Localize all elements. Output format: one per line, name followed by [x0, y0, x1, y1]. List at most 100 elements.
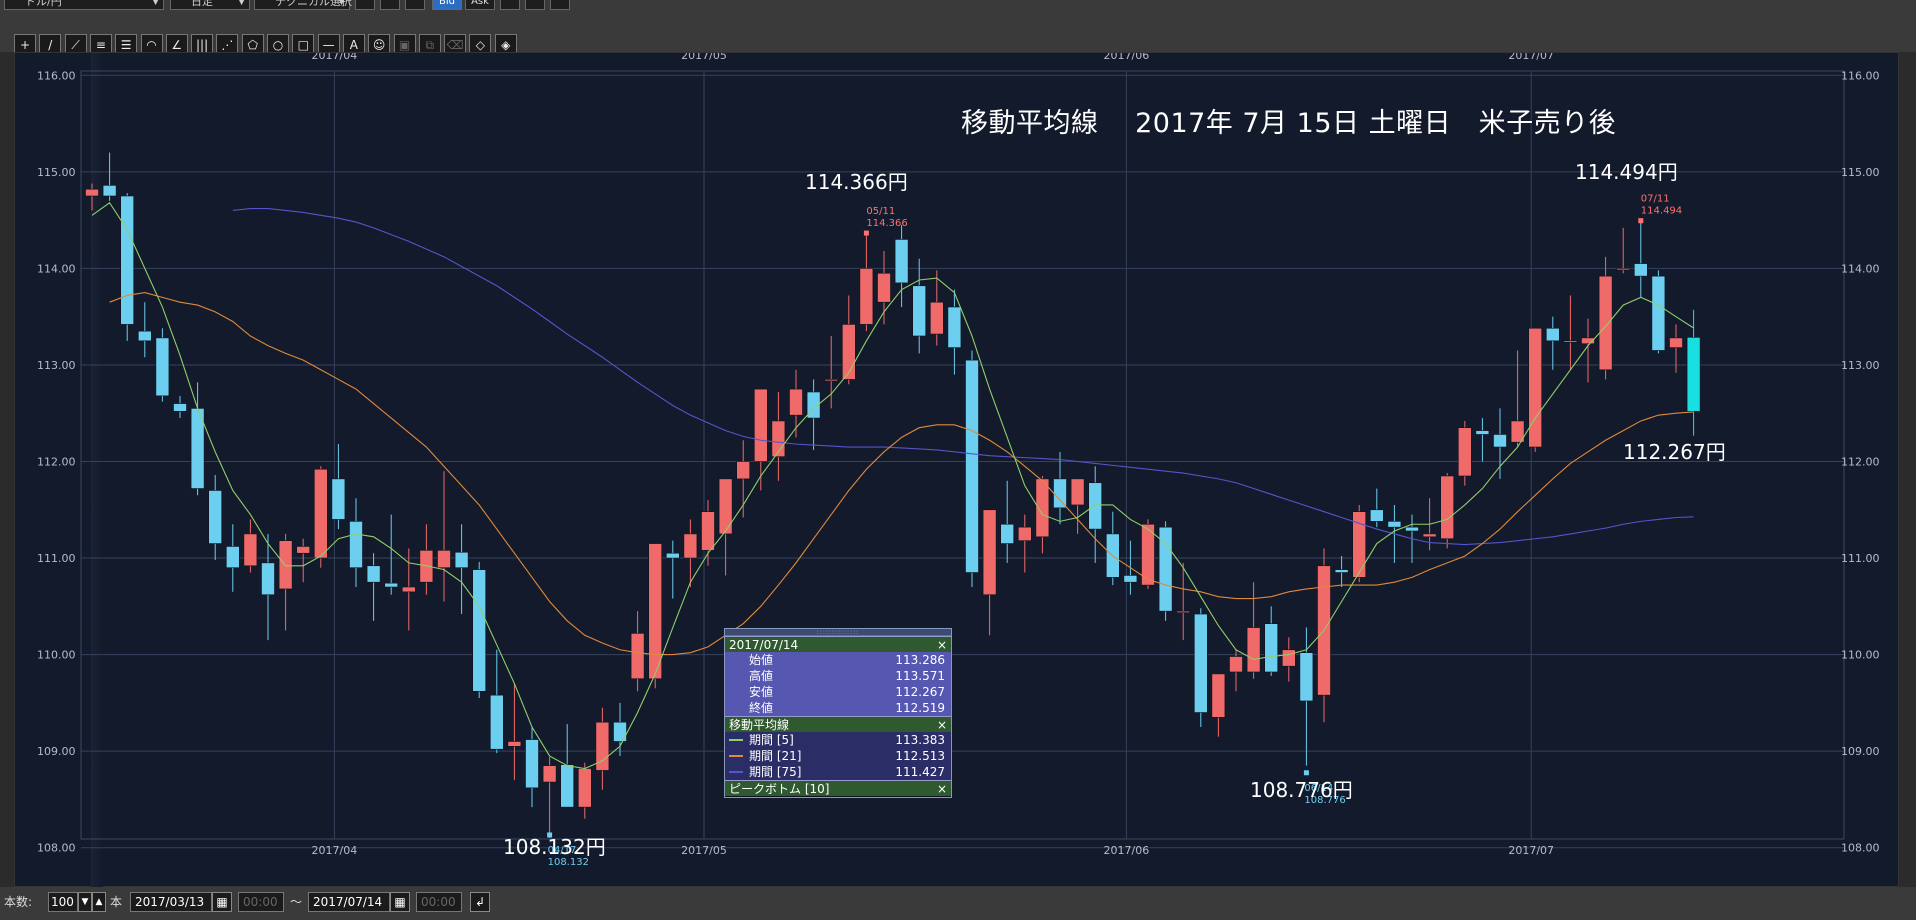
- zoom-in-icon[interactable]: [525, 0, 545, 10]
- y-tick-label-left: 109.00: [37, 745, 76, 758]
- close-icon[interactable]: ×: [937, 781, 947, 797]
- to-time-input[interactable]: 00:00: [416, 892, 462, 912]
- candle-body: [929, 301, 944, 335]
- timeframe-select[interactable]: 日足 ▼: [170, 0, 250, 10]
- y-tick-label-right: 109.00: [1841, 745, 1880, 758]
- candle-body: [982, 509, 997, 596]
- count-up-icon[interactable]: ▲: [92, 892, 106, 912]
- candle-body: [85, 188, 99, 197]
- from-date-input[interactable]: 2017/03/13: [130, 892, 212, 912]
- ma-value: 113.383: [895, 733, 945, 747]
- candle-body: [1299, 652, 1314, 702]
- close-icon[interactable]: ×: [937, 637, 947, 653]
- x-tick-label-top: 2017/07: [1508, 53, 1554, 62]
- y-tick-label-right: 112.00: [1841, 456, 1880, 469]
- ma75-line: [232, 207, 1694, 546]
- symbol-select[interactable]: ドル/円 ▼: [4, 0, 164, 10]
- ohlc-label: 安値: [749, 685, 774, 699]
- annotation-low-jun: 108.776円: [1250, 778, 1353, 802]
- candle-icon[interactable]: [500, 0, 520, 10]
- candle-body: [472, 569, 487, 692]
- candle-body: [1000, 523, 1015, 544]
- candle-body: [912, 285, 927, 337]
- candle-body: [1651, 275, 1666, 351]
- data-window[interactable]: :::::::::::::: 2017/07/14 × 始値 113.286 高値 1…: [724, 628, 952, 798]
- candle-body: [736, 461, 751, 480]
- candle-body: [1598, 275, 1613, 371]
- chevron-down-icon: ▼: [152, 0, 159, 7]
- y-tick-label-right: 116.00: [1841, 69, 1880, 82]
- timeframe-label: 日足: [191, 0, 213, 8]
- chart-panel[interactable]: 116.00 116.00 115.00 115.00 114.00 114.00 113.…: [14, 52, 1899, 888]
- candle-body: [789, 388, 803, 416]
- candle-body: [102, 185, 117, 197]
- calendar-icon[interactable]: ▦: [390, 892, 410, 912]
- ask-button[interactable]: Ask: [465, 0, 495, 10]
- ma-rows: 期間 [5] 113.383 期間 [21] 112.513 期間 [75] 111.42…: [725, 732, 951, 780]
- candle-body: [1458, 427, 1472, 477]
- to-date-input[interactable]: 2017/07/14: [308, 892, 390, 912]
- y-tick-label-left: 108.00: [37, 842, 76, 855]
- x-tick-label-bottom: 2017/06: [1104, 844, 1150, 857]
- close-icon[interactable]: ×: [937, 717, 947, 733]
- candle-body: [1528, 327, 1542, 448]
- candle-body: [753, 388, 768, 462]
- info-icon[interactable]: [380, 0, 400, 10]
- annotation-low-apr: 108.132円: [503, 835, 606, 859]
- drawing-toolbar: + / ⟋ ≡ ☰ ◠ ∠ ||| ⋰ ⬠ ○ □ — A ☺ ▣ ⧉ ⌫ ◇ ◈: [0, 12, 1916, 56]
- annotation-peak-jul: 114.494円: [1575, 160, 1678, 184]
- y-tick-label-left: 115.00: [37, 166, 76, 179]
- candle-body: [1282, 649, 1296, 667]
- candle-body: [507, 741, 522, 747]
- candle-body: [1493, 434, 1507, 448]
- candle-body: [1669, 337, 1683, 348]
- candle-body: [155, 337, 170, 397]
- drag-handle[interactable]: ::::::::::::::: [725, 629, 951, 636]
- info-date-header: 2017/07/14 ×: [725, 636, 951, 652]
- candle-body: [1616, 268, 1630, 271]
- candle-body: [1475, 430, 1490, 435]
- candle-body: [331, 478, 346, 520]
- candle-body: [1370, 509, 1384, 522]
- peak-bottom-header: ピークボトム [10] ×: [725, 780, 951, 796]
- top-toolbar: ドル/円 ▼ 日足 ▼ テクニカル選択 ▼ Bid Ask: [0, 0, 1916, 12]
- peak-value-label: 114.366: [866, 218, 907, 229]
- candle-body: [841, 324, 856, 380]
- bid-button[interactable]: Bid: [432, 0, 462, 10]
- candle-body: [1686, 337, 1701, 412]
- count-input[interactable]: 100: [48, 892, 78, 912]
- candle-body: [1176, 610, 1190, 613]
- peak-value-label: 114.494: [1641, 206, 1682, 217]
- ma-swatch: [729, 771, 743, 773]
- layout-icon[interactable]: [405, 0, 425, 10]
- candle-body: [1546, 327, 1560, 342]
- candle-body: [349, 521, 363, 569]
- pen-icon[interactable]: [355, 0, 375, 10]
- ma-label: 期間 [5]: [749, 733, 794, 747]
- ma-value: 111.427: [895, 765, 945, 779]
- candle-body: [542, 765, 557, 783]
- y-tick-label-left: 113.00: [37, 359, 76, 372]
- y-tick-label-right: 108.00: [1841, 842, 1880, 855]
- candle-body: [366, 565, 381, 583]
- ohlc-rows: 始値 113.286 高値 113.571 安値 112.267 終値 112.519: [725, 652, 951, 716]
- technical-select[interactable]: テクニカル選択 ▼: [254, 0, 352, 10]
- ma-row: 期間 [21] 112.513: [725, 748, 951, 764]
- candle-body: [313, 468, 328, 559]
- candle-body: [560, 764, 575, 808]
- count-down-icon[interactable]: ▼: [78, 892, 92, 912]
- from-time-input[interactable]: 00:00: [238, 892, 284, 912]
- ma-row: 期間 [75] 111.427: [725, 764, 951, 780]
- y-tick-label-right: 115.00: [1841, 166, 1880, 179]
- ohlc-label: 始値: [749, 653, 774, 667]
- status-bar: 本数: 100 ▼ ▲ 本 2017/03/13 ▦ 00:00 ～ 2017/…: [0, 887, 1916, 920]
- zoom-out-icon[interactable]: [550, 0, 570, 10]
- peak-marker: [863, 230, 869, 236]
- chevron-down-icon: ▼: [338, 0, 345, 7]
- calendar-icon[interactable]: ▦: [212, 892, 232, 912]
- candle-body: [243, 533, 258, 567]
- candle-body: [965, 359, 979, 573]
- return-icon[interactable]: ↲: [470, 892, 490, 912]
- ohlc-label: 終値: [749, 701, 774, 715]
- peak-bottom-title: ピークボトム [10]: [729, 782, 830, 796]
